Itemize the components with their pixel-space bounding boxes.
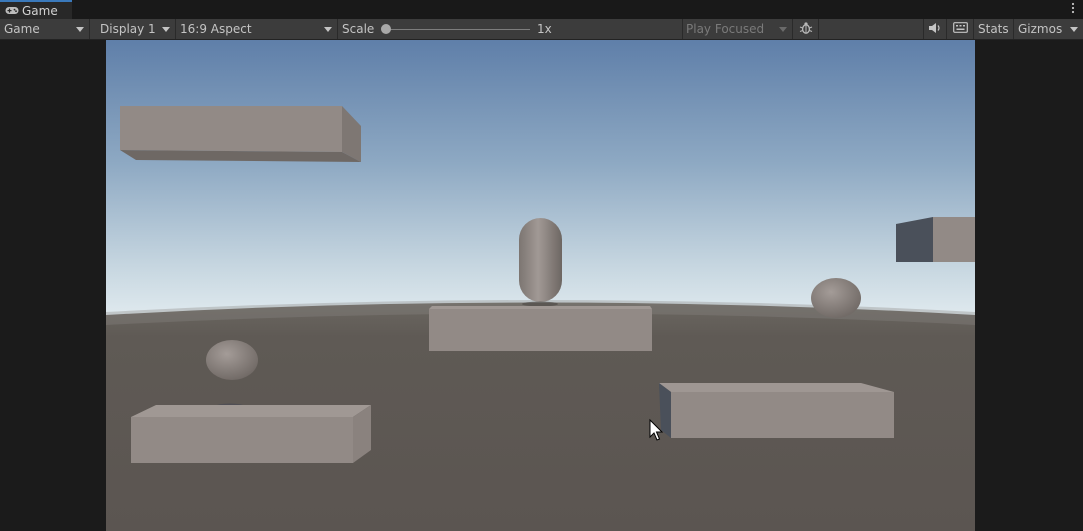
platform-bottom-left	[131, 405, 371, 463]
keyboard-icon	[952, 22, 968, 36]
stats-button[interactable]: Stats	[974, 19, 1014, 39]
chevron-down-icon	[1070, 27, 1078, 32]
chevron-down-icon	[76, 27, 84, 32]
sphere-right	[811, 278, 861, 318]
display-dropdown-label: Display 1	[100, 22, 156, 36]
floating-box-top-left	[120, 106, 361, 162]
bug-icon	[799, 21, 813, 38]
gizmos-dropdown[interactable]: Gizmos	[1014, 19, 1083, 39]
letterbox-left	[0, 40, 106, 531]
stats-label: Stats	[978, 22, 1009, 36]
gamepad-icon	[5, 4, 19, 18]
play-mode-dropdown[interactable]: Play Focused	[682, 19, 793, 39]
capsule-shadow	[522, 301, 558, 307]
scale-slider-track[interactable]	[386, 29, 530, 30]
more-vertical-icon[interactable]	[1071, 2, 1075, 17]
scale-value-text: 1x	[537, 22, 552, 36]
game-scene	[106, 40, 975, 531]
tab-title: Game	[22, 3, 58, 18]
chevron-down-icon	[779, 27, 787, 32]
game-toolbar: Game Display 1 16:9 Aspect Scale 1x Play…	[0, 19, 1083, 40]
platform-bottom-right	[659, 383, 894, 438]
scale-value: 1x	[533, 19, 573, 39]
scale-label: Scale	[342, 22, 375, 36]
tab-bar: Game	[0, 0, 1083, 19]
game-viewport[interactable]	[106, 40, 975, 531]
aspect-dropdown-label: 16:9 Aspect	[180, 22, 252, 36]
letterbox-right	[975, 40, 1083, 531]
mode-dropdown-label: Game	[4, 22, 40, 36]
tab-game[interactable]: Game	[0, 0, 72, 19]
keyboard-toggle[interactable]	[947, 19, 974, 39]
play-mode-label: Play Focused	[686, 22, 765, 36]
speaker-icon	[928, 22, 942, 37]
display-dropdown[interactable]: Display 1	[96, 19, 176, 39]
gizmos-label: Gizmos	[1018, 22, 1063, 36]
aspect-dropdown[interactable]: 16:9 Aspect	[176, 19, 338, 39]
audio-toggle[interactable]	[923, 19, 947, 39]
scale-slider-handle[interactable]	[381, 24, 391, 34]
mode-dropdown[interactable]: Game	[0, 19, 90, 39]
chevron-down-icon	[162, 27, 170, 32]
floating-box-right	[896, 217, 975, 262]
chevron-down-icon	[324, 27, 332, 32]
capsule	[519, 218, 562, 302]
platform-center	[429, 306, 652, 351]
sphere-left	[206, 340, 258, 380]
debug-toggle[interactable]	[793, 19, 819, 39]
